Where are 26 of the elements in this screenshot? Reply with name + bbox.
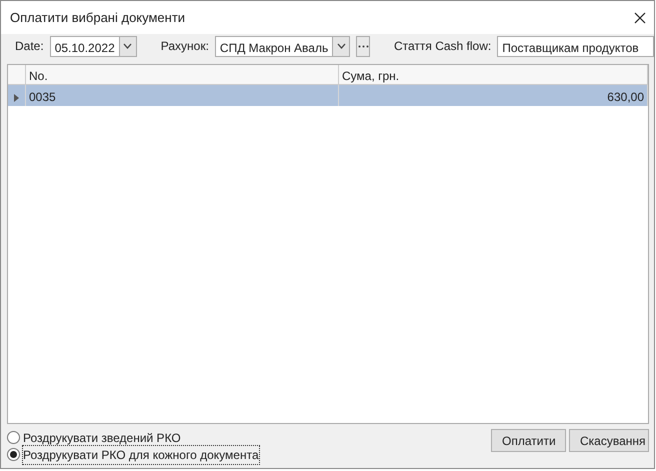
close-icon[interactable]	[634, 12, 646, 24]
radio-button[interactable]	[7, 448, 20, 461]
field-label: Стаття Cash flow:	[394, 38, 492, 55]
radio-label[interactable]: Роздрукувати РКО для кожного документа	[23, 446, 259, 464]
dropdown-field[interactable]: СПД Макрон Аваль	[214, 36, 350, 56]
window-title: Оплатити вибрані документи	[10, 8, 186, 27]
caret-icon	[123, 43, 132, 49]
field-label: Date:	[15, 38, 44, 55]
table-cell: 0035	[26, 85, 339, 106]
caret-icon	[336, 43, 346, 49]
dialog-button[interactable]: Оплатити	[491, 429, 566, 452]
dropdown-field[interactable]: 05.10.2022	[50, 36, 137, 56]
radio-label[interactable]: Роздрукувати зведений РКО	[23, 428, 181, 446]
ellipsis-icon	[358, 44, 369, 48]
table-cell: 630,00	[339, 85, 648, 106]
ellipsis-button[interactable]	[356, 36, 370, 56]
table-row[interactable]: 0035 630,00	[8, 85, 648, 106]
dropdown-button[interactable]	[332, 36, 350, 56]
text-field[interactable]: Поставщикам продуктов	[497, 36, 654, 56]
radio-button[interactable]	[7, 431, 20, 444]
dialog-button[interactable]: Скасування	[569, 429, 649, 452]
row-indicator-icon	[14, 94, 19, 102]
column-header[interactable]: Сума, грн.	[339, 65, 648, 85]
dropdown-button[interactable]	[118, 36, 136, 56]
field-label: Рахунок:	[160, 38, 209, 55]
column-header[interactable]: No.	[26, 65, 339, 85]
